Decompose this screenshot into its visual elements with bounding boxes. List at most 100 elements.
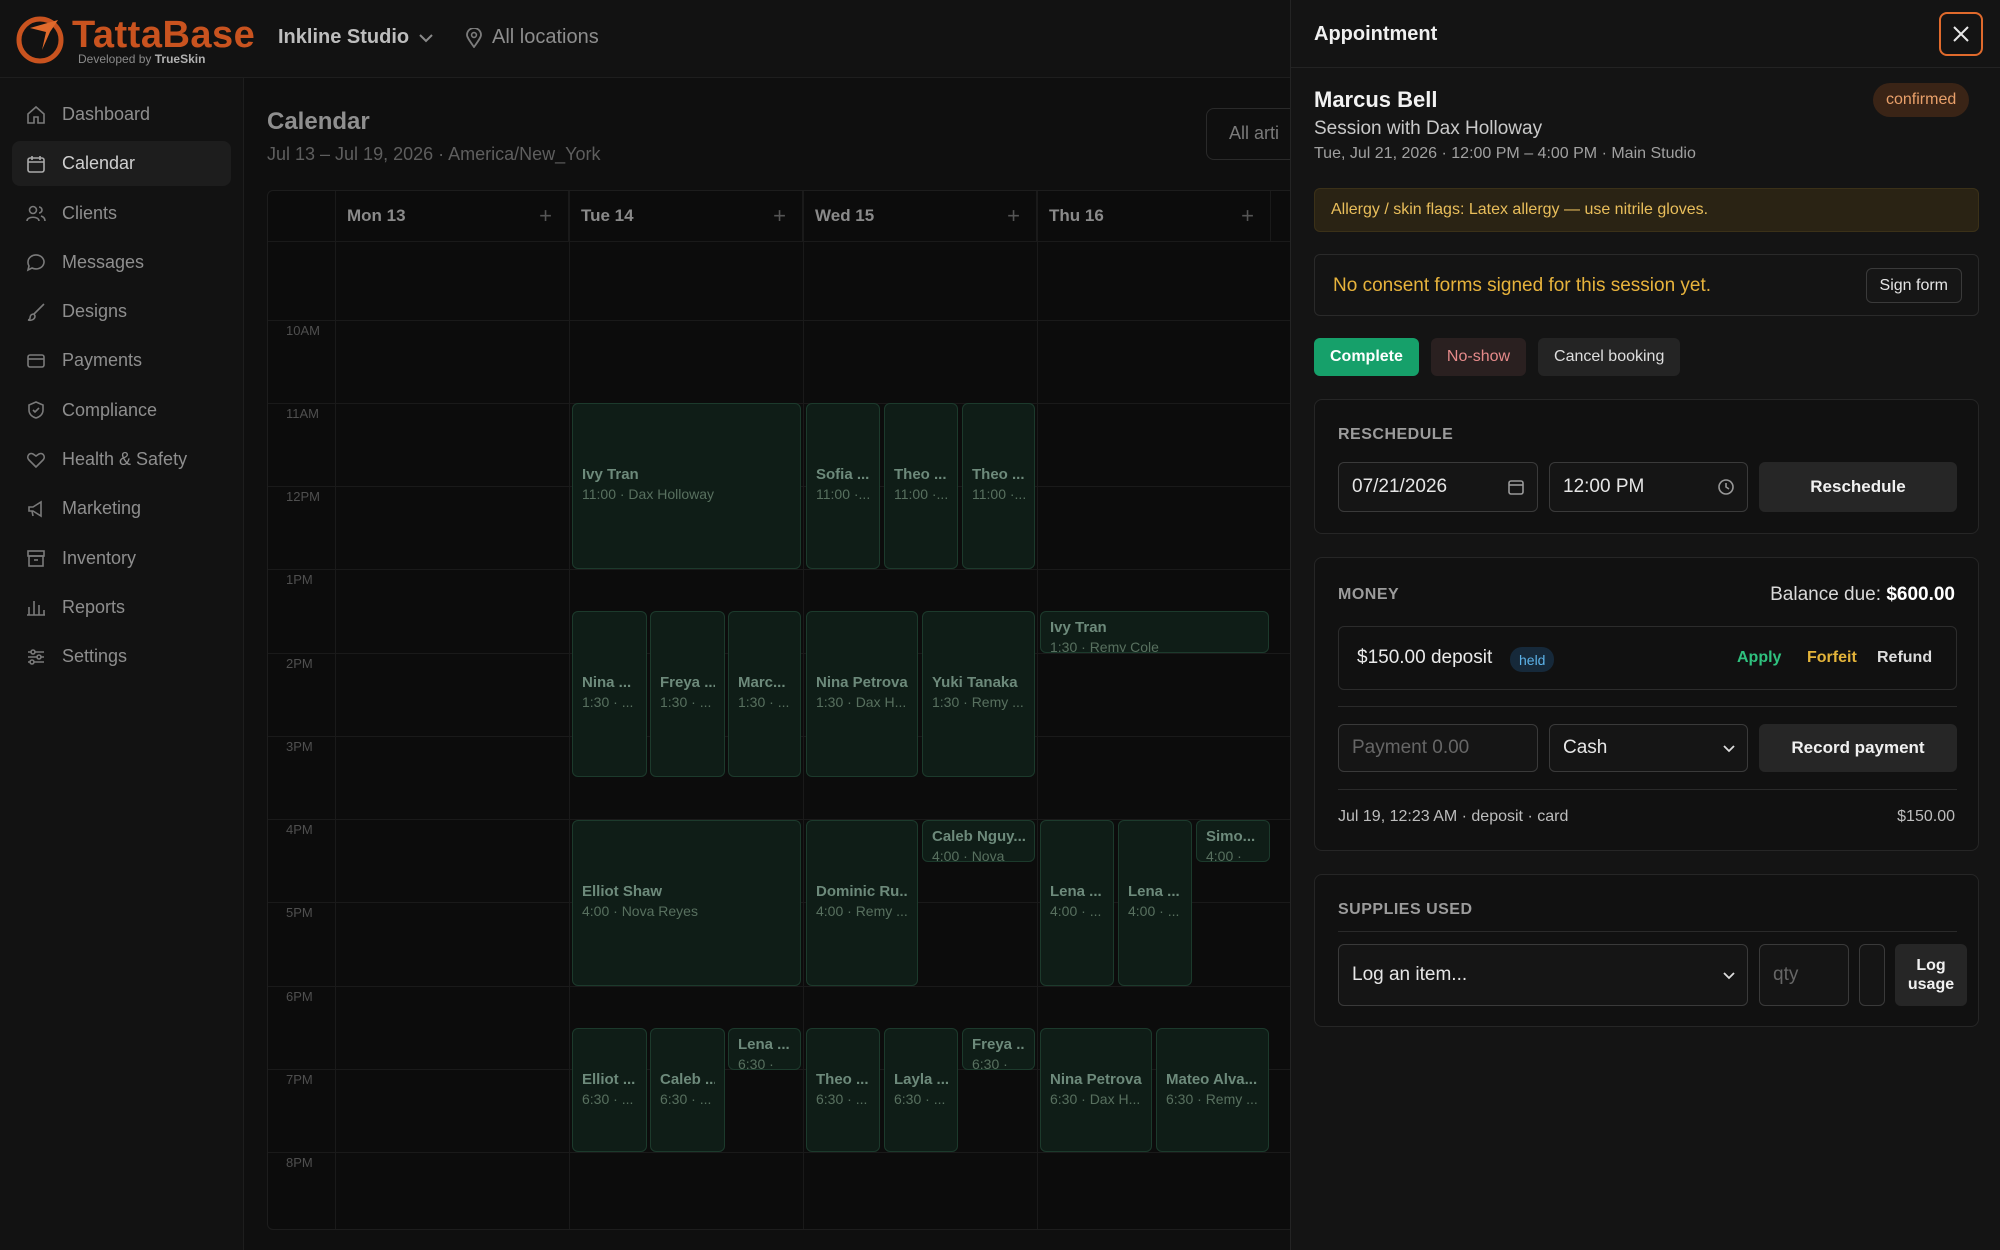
sidebar-item-payments[interactable]: Payments xyxy=(12,338,231,383)
close-button[interactable] xyxy=(1939,12,1983,56)
appointment-block[interactable]: Simo... 4:00 · xyxy=(1196,820,1270,862)
sidebar-item-label: Inventory xyxy=(62,547,137,568)
reschedule-date-input[interactable]: 07/21/2026 xyxy=(1338,462,1538,512)
appointment-time: 11:00 ·... xyxy=(972,486,1025,502)
supply-unit-field[interactable] xyxy=(1859,944,1885,1006)
sidebar-item-label: Messages xyxy=(62,251,145,272)
sidebar-item-settings[interactable]: Settings xyxy=(12,634,231,679)
appointment-block[interactable]: Marc... 1:30 · ... xyxy=(728,611,801,777)
sign-form-button[interactable]: Sign form xyxy=(1865,268,1962,303)
sidebar-item-label: Designs xyxy=(62,301,128,322)
appointment-block[interactable]: Lena ... 4:00 · ... xyxy=(1118,820,1192,986)
payment-method-select[interactable]: Cash xyxy=(1549,724,1748,772)
appointment-block[interactable]: Layla ... 6:30 · ... xyxy=(884,1028,958,1152)
balance-label: Balance due: xyxy=(1770,584,1882,605)
hour-label: 7PM xyxy=(286,1072,313,1087)
appointment-block[interactable]: Dominic Ru... 4:00 · Remy ... xyxy=(806,820,918,986)
appointment-client: Lena ... xyxy=(738,1036,790,1053)
hour-label: 10AM xyxy=(286,323,320,338)
supply-item-select[interactable]: Log an item... xyxy=(1338,944,1748,1006)
log-usage-button[interactable]: Log usage xyxy=(1895,944,1967,1006)
appointment-block[interactable]: Yuki Tanaka 1:30 · Remy ... xyxy=(922,611,1035,777)
appointment-block[interactable]: Elliot Shaw 4:00 · Nova Reyes xyxy=(572,820,801,986)
chevron-down-icon xyxy=(1723,745,1735,753)
sidebar-item-calendar[interactable]: Calendar xyxy=(12,141,231,187)
record-payment-button[interactable]: Record payment xyxy=(1759,724,1957,772)
hour-label: 5PM xyxy=(286,905,313,920)
appointment-block[interactable]: Nina Petrova 6:30 · Dax H... xyxy=(1040,1028,1152,1152)
sidebar-item-marketing[interactable]: Marketing xyxy=(12,486,231,531)
time-value: 12:00 PM xyxy=(1563,476,1645,497)
status-badge: confirmed xyxy=(1873,83,1970,117)
appointment-time: 11:00 ·... xyxy=(894,486,948,502)
message-icon xyxy=(26,252,46,272)
reschedule-time-input[interactable]: 12:00 PM xyxy=(1549,462,1748,512)
appointment-time: 1:30 · Dax H... xyxy=(816,694,907,710)
studio-switcher[interactable]: Inkline Studio xyxy=(278,26,433,49)
appointment-time: 6:30 · Remy ... xyxy=(1166,1091,1258,1107)
hour-label: 1PM xyxy=(286,572,313,587)
appointment-block[interactable]: Lena ... 6:30 · xyxy=(728,1028,801,1070)
appointment-block[interactable]: Ivy Tran 11:00 · Dax Holloway xyxy=(572,403,801,569)
refund-deposit-button[interactable]: Refund xyxy=(1877,649,1932,667)
appointment-block[interactable]: Sofia ... 11:00 ·... xyxy=(806,403,880,569)
appointment-block[interactable]: Elliot ... 6:30 · ... xyxy=(572,1028,647,1152)
brand-name: TattaBase xyxy=(72,14,256,56)
sidebar-item-reports[interactable]: Reports xyxy=(12,585,231,630)
appointment-block[interactable]: Theo ... 11:00 ·... xyxy=(884,403,958,569)
appointment-client: Theo ... xyxy=(894,466,947,483)
allergy-alert: Allergy / skin flags: Latex allergy — us… xyxy=(1314,188,1979,232)
appointment-client: Elliot Shaw xyxy=(582,883,663,900)
sidebar-item-messages[interactable]: Messages xyxy=(12,240,231,285)
sidebar-item-dashboard[interactable]: Dashboard xyxy=(12,92,231,137)
appointment-block[interactable]: Caleb ... 6:30 · ... xyxy=(650,1028,725,1152)
sidebar-item-compliance[interactable]: Compliance xyxy=(12,388,231,433)
divider xyxy=(1338,789,1957,790)
appointment-block[interactable]: Mateo Alva... 6:30 · Remy ... xyxy=(1156,1028,1269,1152)
payment-amount-input[interactable]: Payment 0.00 xyxy=(1338,724,1538,772)
appointment-block[interactable]: Caleb Nguy... 4:00 · Nova xyxy=(922,820,1035,862)
appointment-block[interactable]: Nina Petrova 1:30 · Dax H... xyxy=(806,611,918,777)
consent-panel: No consent forms signed for this session… xyxy=(1314,254,1979,316)
complete-button[interactable]: Complete xyxy=(1314,338,1419,376)
appointment-block[interactable]: Freya ... 1:30 · ... xyxy=(650,611,725,777)
apply-deposit-button[interactable]: Apply xyxy=(1737,649,1781,667)
add-appointment-button[interactable]: + xyxy=(539,203,552,229)
brand-logo[interactable]: TattaBase Developed by TrueSkin xyxy=(12,8,255,68)
calendar-icon xyxy=(26,154,46,174)
brand-mark-icon xyxy=(16,16,64,64)
sidebar-item-clients[interactable]: Clients xyxy=(12,191,231,236)
client-name[interactable]: Marcus Bell xyxy=(1314,87,1438,113)
appointment-block[interactable]: Freya ... 6:30 · xyxy=(962,1028,1035,1070)
chevron-down-icon xyxy=(1723,972,1735,980)
appointment-block[interactable]: Theo ... 11:00 ·... xyxy=(962,403,1035,569)
appointment-block[interactable]: Ivy Tran 1:30 · Remy Cole xyxy=(1040,611,1269,653)
appointment-block[interactable]: Theo ... 6:30 · ... xyxy=(806,1028,880,1152)
day-header-tue: Tue 14 + xyxy=(569,191,803,241)
sidebar-item-health-safety[interactable]: Health & Safety xyxy=(12,437,231,482)
location-filter[interactable]: All locations xyxy=(466,26,599,49)
appointment-time: 4:00 · ... xyxy=(1128,903,1180,919)
day-label: Tue 14 xyxy=(581,206,634,225)
reschedule-button[interactable]: Reschedule xyxy=(1759,462,1957,512)
add-appointment-button[interactable]: + xyxy=(1241,203,1254,229)
hour-line xyxy=(268,320,1306,321)
divider xyxy=(1338,931,1957,932)
appointment-block[interactable]: Nina ... 1:30 · ... xyxy=(572,611,647,777)
supply-qty-input[interactable]: qty xyxy=(1759,944,1849,1006)
appointment-client: Nina Petrova xyxy=(1050,1071,1142,1088)
forfeit-deposit-button[interactable]: Forfeit xyxy=(1807,649,1857,667)
reschedule-label: RESCHEDULE xyxy=(1338,426,1454,443)
add-appointment-button[interactable]: + xyxy=(1007,203,1020,229)
cancel-booking-button[interactable]: Cancel booking xyxy=(1538,338,1681,376)
appointment-time: 6:30 · xyxy=(972,1056,1008,1070)
hour-label: 11AM xyxy=(286,406,319,421)
appointment-time: 1:30 · ... xyxy=(660,694,712,710)
appointment-time: 6:30 · ... xyxy=(816,1091,868,1107)
sidebar-item-inventory[interactable]: Inventory xyxy=(12,536,231,581)
add-appointment-button[interactable]: + xyxy=(773,203,786,229)
appointment-block[interactable]: Lena ... 4:00 · ... xyxy=(1040,820,1114,986)
sidebar-item-designs[interactable]: Designs xyxy=(12,289,231,334)
grid-divider xyxy=(569,191,570,1229)
no-show-button[interactable]: No-show xyxy=(1430,338,1527,376)
